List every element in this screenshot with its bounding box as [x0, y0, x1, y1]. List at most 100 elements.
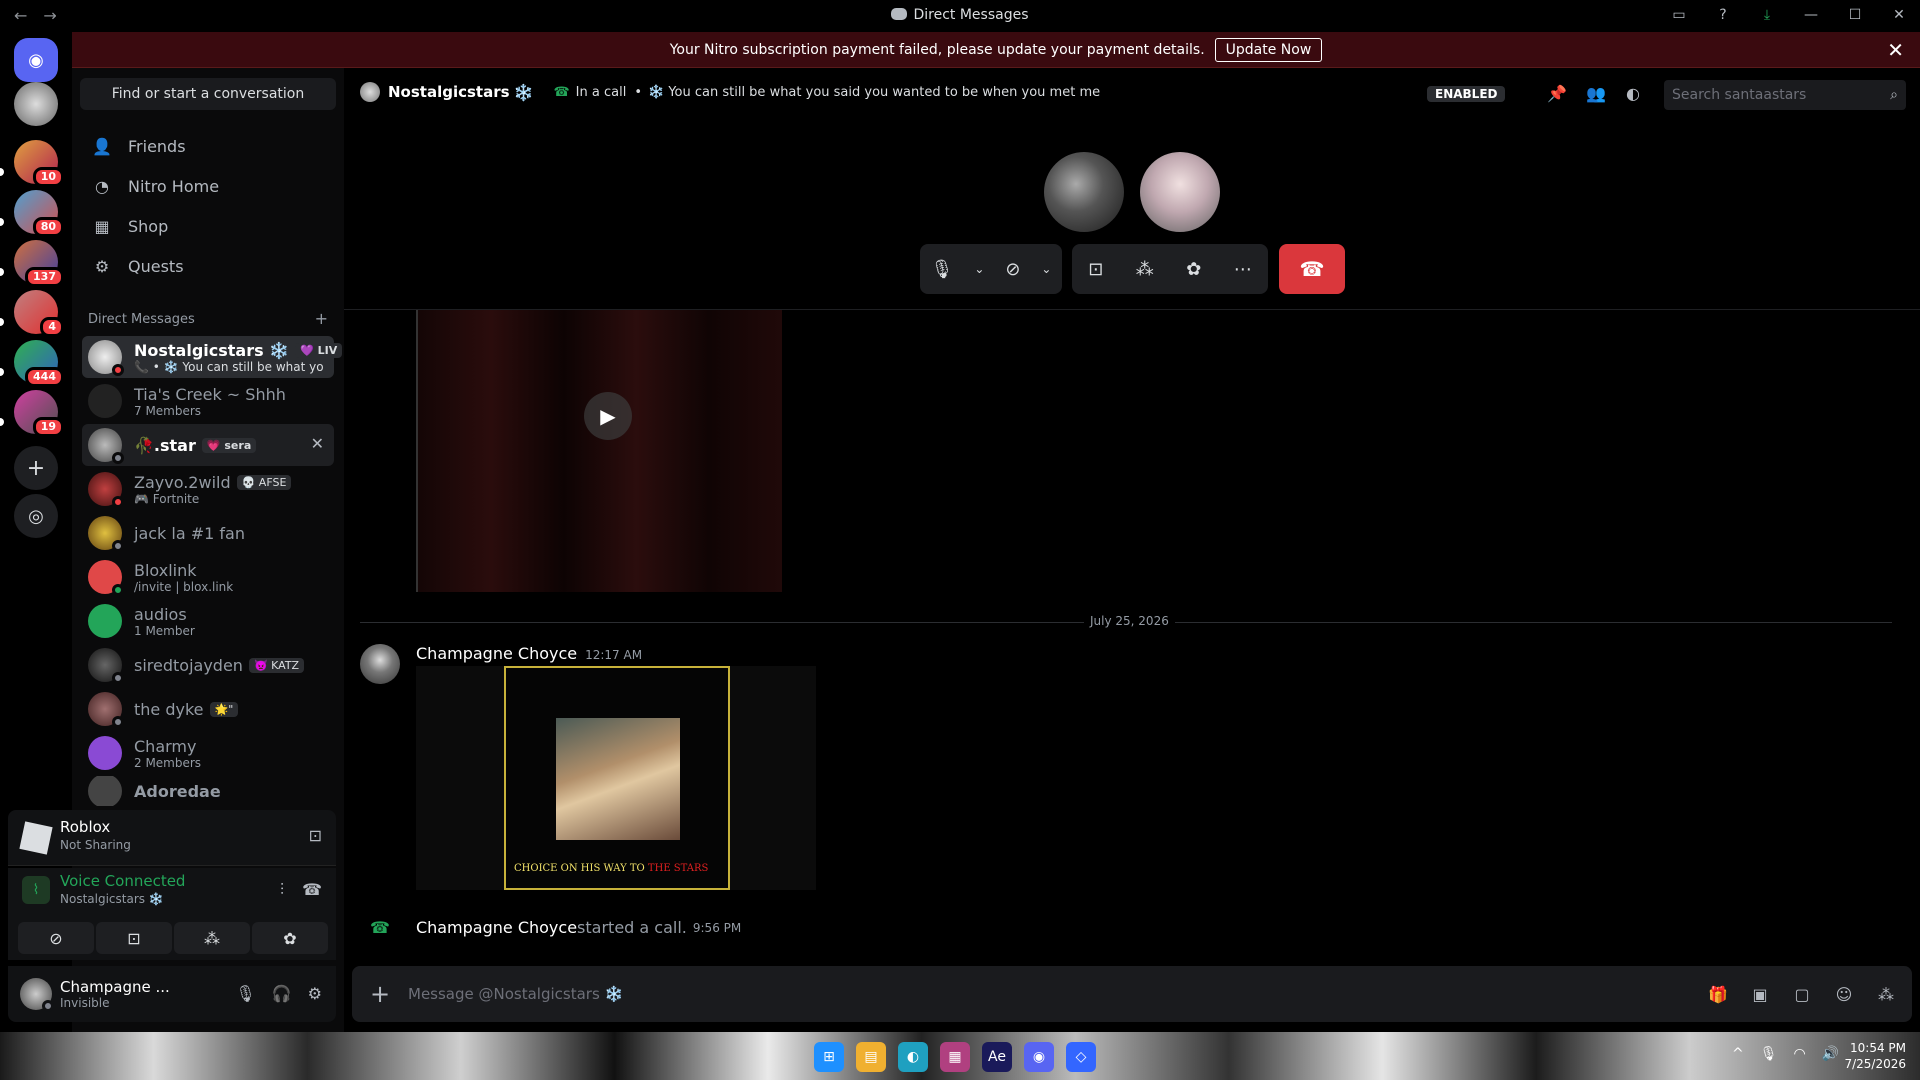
play-icon[interactable]: ▶	[584, 392, 632, 440]
author-name[interactable]: Champagne Choyce	[416, 644, 577, 663]
microphone-icon[interactable]: 🎙	[235, 984, 255, 1003]
more-options-icon[interactable]: ⋯	[1234, 259, 1252, 280]
signal-icon[interactable]: ⌇	[22, 876, 50, 904]
dm-item[interactable]: Bloxlink/invite | blox.link	[82, 556, 334, 598]
message-composer[interactable]: + Message @Nostalgicstars ❄️ 🎁 ▣ ▢ ☺ ⁂	[352, 966, 1912, 1022]
disconnect-icon[interactable]: ☎	[302, 880, 322, 899]
dm-item[interactable]: jack la #1 fan	[82, 512, 334, 554]
noise-suppression-icon[interactable]: ⫶	[280, 880, 284, 900]
roblox-icon	[19, 821, 53, 855]
voice-status[interactable]: Voice Connected	[60, 872, 185, 890]
inbox-icon[interactable]: ▭	[1668, 4, 1690, 26]
volume-icon[interactable]: 🔊	[1822, 1046, 1839, 1062]
after-effects-icon[interactable]: Ae	[982, 1042, 1012, 1072]
video-embed[interactable]	[416, 310, 782, 592]
minimize-icon[interactable]: —	[1800, 4, 1822, 26]
dm-item[interactable]: audios 1 Member	[82, 600, 334, 642]
maximize-icon[interactable]: ☐	[1844, 4, 1866, 26]
participant-avatar[interactable]	[1044, 152, 1124, 232]
dm-item[interactable]: siredtojayden 👿 KATZ	[82, 644, 334, 686]
dm-item[interactable]: Tia's Creek ~ Shhh 7 Members	[82, 380, 334, 422]
gif-icon[interactable]: ▣	[1748, 982, 1772, 1006]
chevron-up-icon[interactable]: ^	[1732, 1046, 1744, 1062]
dm-item[interactable]: Charmy 2 Members	[82, 732, 334, 774]
help-icon[interactable]: ?	[1712, 4, 1734, 26]
author-name[interactable]: Champagne Choyce	[416, 918, 577, 937]
chevron-down-icon[interactable]: ⌄	[1041, 262, 1051, 276]
screen-share-button[interactable]: ⊡	[96, 922, 172, 954]
user-profile-icon[interactable]: ◐	[1626, 84, 1640, 103]
server-item[interactable]	[14, 82, 58, 126]
server-folder[interactable]: 444	[14, 340, 64, 387]
nav-quests[interactable]: ⚙ Quests	[82, 246, 332, 286]
clock[interactable]: 10:54 PM 7/25/2026	[1844, 1040, 1906, 1072]
server-folder[interactable]: 137	[14, 240, 64, 287]
sticker-icon[interactable]: ▢	[1790, 982, 1814, 1006]
update-now-button[interactable]: Update Now	[1214, 37, 1323, 62]
avatar[interactable]	[20, 978, 54, 1012]
phone-icon: ☎	[370, 918, 390, 937]
dm-item[interactable]: Nostalgicstars ❄️ 💜 LIV 📞 • ❄️ You can sti…	[82, 336, 343, 378]
dm-item[interactable]: Adoredae	[82, 776, 334, 806]
server-item[interactable]: 10	[14, 140, 64, 187]
unread-badge: 444	[25, 367, 64, 387]
nav-friends[interactable]: 👤 Friends	[82, 126, 332, 166]
hang-up-button[interactable]: ☎	[1279, 244, 1345, 294]
activities-icon[interactable]: ⁂	[1136, 259, 1154, 280]
server-folder[interactable]: 80	[14, 190, 64, 237]
close-dm-icon[interactable]: ✕	[311, 434, 324, 453]
settings-gear-icon[interactable]: ⚙	[308, 984, 322, 1003]
headphones-icon[interactable]: 🎧	[272, 984, 292, 1003]
discord-icon[interactable]: ◉	[1024, 1042, 1054, 1072]
search-input[interactable]: Search santaastars ⌕	[1664, 80, 1906, 110]
apps-icon[interactable]: ⁂	[1874, 982, 1898, 1006]
avatar	[88, 648, 124, 684]
avatar	[88, 692, 124, 728]
call-tools: ⊡ ⁂ ✿ ⋯	[1072, 244, 1268, 294]
nav-nitro-home[interactable]: ◔ Nitro Home	[82, 166, 332, 206]
find-conversation-button[interactable]: Find or start a conversation	[80, 78, 336, 110]
message-input[interactable]: Message @Nostalgicstars ❄️	[408, 985, 623, 1003]
add-server-button[interactable]: +	[14, 446, 58, 490]
microphone-icon[interactable]: 🎙	[1760, 1046, 1778, 1062]
server-folder[interactable]: 4	[14, 290, 64, 337]
home-button[interactable]: ◉	[14, 38, 58, 82]
windows-start-icon[interactable]: ⊞	[814, 1042, 844, 1072]
image-attachment[interactable]: CHOICE ON HIS WAY TO THE STARS	[504, 666, 730, 890]
participant-avatar[interactable]	[1140, 152, 1220, 232]
camera-off-icon[interactable]: ⊘	[1005, 259, 1020, 280]
add-friends-icon[interactable]: 👥	[1586, 84, 1606, 103]
share-screen-icon[interactable]: ⊡	[309, 826, 322, 845]
dm-item[interactable]: Zayvo.2wild 💀 AFSE 🎮 Fortnite	[82, 468, 334, 510]
microphone-icon[interactable]: 🎙	[930, 259, 953, 280]
file-explorer-icon[interactable]: ▤	[856, 1042, 886, 1072]
system-tray: ^ 🎙 ◠ 🔊	[1732, 1046, 1839, 1062]
audio-video-controls: 🎙 ⌄ ⊘ ⌄	[920, 244, 1062, 294]
avatar[interactable]	[360, 644, 400, 684]
edge-icon[interactable]: ◐	[898, 1042, 928, 1072]
close-icon[interactable]: ✕	[1887, 38, 1904, 62]
create-dm-icon[interactable]: +	[315, 311, 328, 327]
gift-icon[interactable]: 🎁	[1706, 982, 1730, 1006]
download-icon[interactable]: ⤓	[1756, 4, 1778, 26]
emoji-icon[interactable]: ☺	[1832, 982, 1856, 1006]
discover-button[interactable]: ◎	[14, 494, 58, 538]
screen-share-icon[interactable]: ⊡	[1088, 259, 1103, 280]
wifi-icon[interactable]: ◠	[1794, 1046, 1806, 1062]
unread-badge: 137	[25, 267, 64, 287]
soundboard-icon[interactable]: ✿	[1186, 259, 1201, 280]
attach-plus-icon[interactable]: +	[352, 980, 408, 1008]
dm-item[interactable]: the dyke 🌟"	[82, 688, 334, 730]
nav-shop[interactable]: ▦ Shop	[82, 206, 332, 246]
soundboard-button[interactable]: ✿	[252, 922, 328, 954]
close-window-icon[interactable]: ✕	[1888, 4, 1910, 26]
roblox-icon[interactable]: ◇	[1066, 1042, 1096, 1072]
recipient-name[interactable]: Nostalgicstars	[388, 83, 510, 101]
activities-button[interactable]: ⁂	[174, 922, 250, 954]
app-icon[interactable]: ▦	[940, 1042, 970, 1072]
server-folder[interactable]: 19	[14, 390, 64, 437]
dm-item[interactable]: 🥀.star 💗 sera ✕	[82, 424, 334, 466]
camera-off-button[interactable]: ⊘	[18, 922, 94, 954]
chevron-down-icon[interactable]: ⌄	[974, 262, 984, 276]
pin-icon[interactable]: 📌	[1547, 84, 1567, 103]
